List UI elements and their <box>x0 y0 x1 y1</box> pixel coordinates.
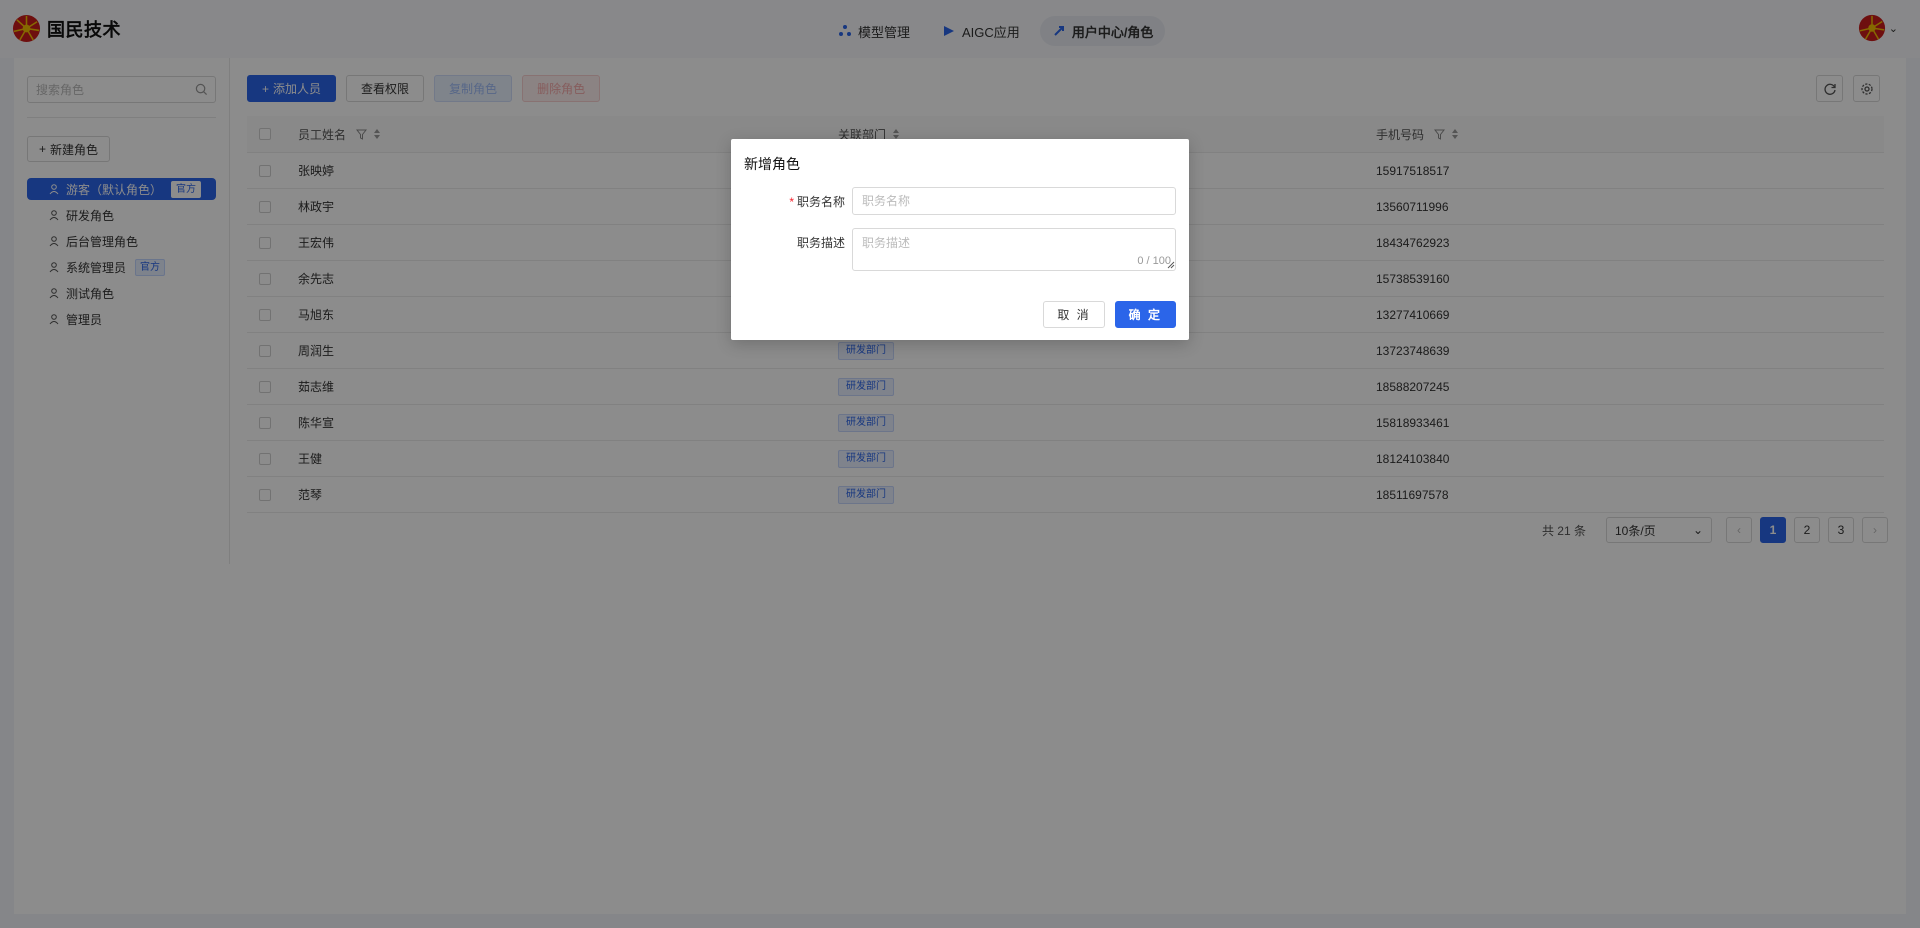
name-label-text: 职务名称 <box>796 195 845 209</box>
confirm-button[interactable]: 确 定 <box>1114 301 1176 328</box>
dialog-footer: 取 消 确 定 <box>1043 301 1176 328</box>
name-field-label: * 职务名称 <box>789 193 845 210</box>
new-role-dialog: 新增角色 *职务名称 职务描述 0 / 100 取 消 确 定 <box>731 139 1189 340</box>
role-description-textarea[interactable] <box>852 228 1176 271</box>
resize-handle-icon[interactable] <box>1167 261 1175 269</box>
dialog-title: 新增角色 <box>744 156 800 172</box>
char-counter: 0 / 100 <box>1137 255 1171 267</box>
required-mark: * <box>789 195 794 209</box>
desc-field-label: 职务描述 <box>796 236 845 250</box>
role-name-input[interactable] <box>852 187 1176 215</box>
cancel-button[interactable]: 取 消 <box>1043 301 1105 328</box>
